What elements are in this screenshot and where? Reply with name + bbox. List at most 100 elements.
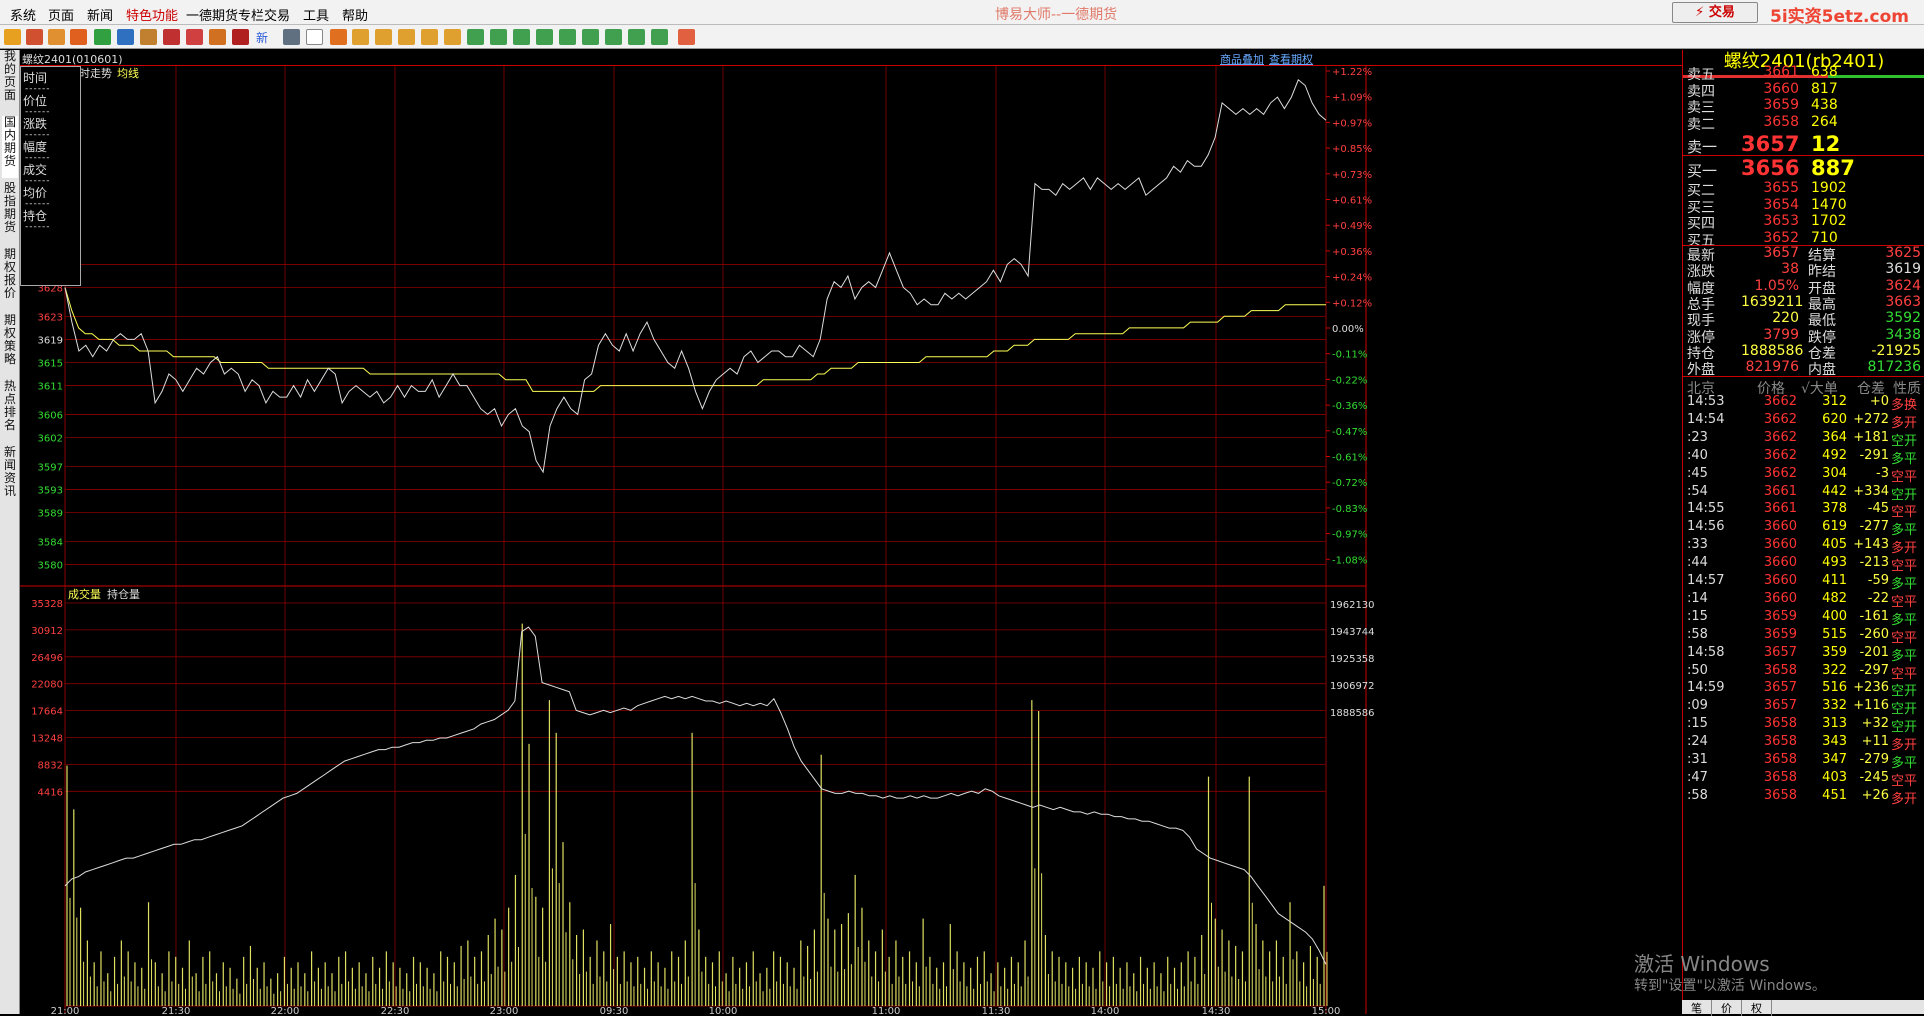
period-15-icon[interactable] bbox=[536, 29, 553, 45]
back-icon[interactable] bbox=[4, 29, 21, 45]
tick-volume: 619 bbox=[1822, 519, 1847, 535]
y-tick-label: 3580 bbox=[38, 560, 63, 571]
tick-price: 3657 bbox=[1763, 644, 1797, 660]
x-tick-label: 14:00 bbox=[1091, 1006, 1120, 1014]
left-tab-news[interactable]: 新闻资讯 bbox=[2, 446, 18, 508]
oi-tick-label: 1962130 bbox=[1330, 600, 1375, 611]
left-tab-hot-ranking[interactable]: 热点排名 bbox=[2, 380, 18, 442]
tick-oi-diff: +272 bbox=[1853, 411, 1889, 427]
tick-oi-diff: -59 bbox=[1867, 573, 1889, 588]
y-tick-label: 3611 bbox=[38, 382, 63, 393]
tick-nature: 多平 bbox=[1891, 612, 1918, 628]
refresh-icon[interactable] bbox=[94, 29, 111, 45]
table-icon[interactable] bbox=[283, 29, 300, 45]
window-icon[interactable] bbox=[163, 29, 180, 45]
folder-icon[interactable] bbox=[48, 29, 65, 45]
tick-volume: 322 bbox=[1822, 662, 1847, 678]
period-5-icon[interactable] bbox=[513, 29, 530, 45]
tick-price: 3658 bbox=[1763, 752, 1797, 767]
x-tick-label: 23:00 bbox=[490, 1006, 519, 1014]
bid-row-price: 3655 bbox=[1763, 180, 1799, 196]
commodity-overlay-link[interactable]: 商品叠加 bbox=[1220, 51, 1264, 67]
period-2h-icon[interactable] bbox=[605, 29, 622, 45]
tick-nature: 空平 bbox=[1891, 559, 1918, 575]
ask-row[interactable]: 卖一 3657 12 bbox=[1683, 132, 1924, 156]
season-icon[interactable] bbox=[421, 29, 438, 45]
left-tab-option-quotes[interactable]: 期权报价 bbox=[2, 248, 18, 310]
x-tick-label: 22:00 bbox=[271, 1006, 300, 1014]
year-icon[interactable] bbox=[444, 29, 461, 45]
volume-tick-label: 13248 bbox=[31, 734, 63, 745]
calc-icon[interactable] bbox=[678, 29, 695, 45]
intraday-chart[interactable]: 21:00 21:30 22:00 22:30 23:00 09:30 10:00 11:00… bbox=[20, 66, 1682, 1014]
menu-system[interactable]: 系统 bbox=[10, 5, 36, 24]
intraday-chart-icon[interactable] bbox=[306, 29, 323, 45]
bid-row[interactable]: 买一 3656 887 bbox=[1683, 156, 1924, 180]
menu-yide-column[interactable]: 一德期货专栏 bbox=[186, 5, 264, 24]
trade-button[interactable]: ⚡ 交易 bbox=[1672, 2, 1758, 23]
tick-oi-diff: -297 bbox=[1859, 662, 1889, 678]
activation-watermark: 激活 Windows bbox=[1634, 952, 1770, 976]
menu-news[interactable]: 新闻 bbox=[87, 5, 113, 24]
period-30-icon[interactable] bbox=[559, 29, 576, 45]
oi-tick-label: 1943744 bbox=[1330, 627, 1375, 638]
tick-nature: 多平 bbox=[1891, 451, 1918, 467]
period-1-icon[interactable] bbox=[467, 29, 484, 45]
tick-oi-diff: -45 bbox=[1867, 501, 1889, 517]
tick-volume: 620 bbox=[1822, 411, 1847, 427]
period-60-icon[interactable] bbox=[582, 29, 599, 45]
search-icon[interactable] bbox=[117, 29, 134, 45]
tick-oi-diff: +116 bbox=[1853, 698, 1889, 714]
news-icon[interactable] bbox=[70, 29, 87, 45]
tick-price: 3661 bbox=[1763, 483, 1797, 499]
pct-tick-label: +0.49% bbox=[1332, 221, 1372, 232]
site-watermark: 5i实资5etz.com bbox=[1770, 7, 1909, 27]
draw-icon[interactable] bbox=[209, 29, 226, 45]
tick-price: 3657 bbox=[1763, 680, 1797, 696]
tick-volume: 442 bbox=[1822, 483, 1847, 499]
ask-row-volume: 12 bbox=[1811, 132, 1841, 156]
x-tick-label: 15:00 bbox=[1312, 1006, 1341, 1014]
tick-nature: 空开 bbox=[1891, 702, 1918, 718]
tick-price: 3660 bbox=[1763, 537, 1797, 553]
view-options-link[interactable]: 查看期权 bbox=[1269, 51, 1313, 67]
week-icon[interactable] bbox=[375, 29, 392, 45]
menu-tools[interactable]: 工具 bbox=[303, 5, 329, 24]
menu-page[interactable]: 页面 bbox=[48, 5, 74, 24]
period-y-icon[interactable] bbox=[651, 29, 668, 45]
tick-oi-diff: +181 bbox=[1853, 429, 1889, 445]
period-4h-icon[interactable] bbox=[628, 29, 645, 45]
new-label[interactable]: 新 bbox=[256, 29, 268, 46]
x-tick-label: 21:30 bbox=[162, 1006, 191, 1014]
tick-oi-diff: +334 bbox=[1853, 483, 1889, 499]
tick-volume: 403 bbox=[1822, 769, 1847, 785]
zoom-icon[interactable] bbox=[140, 29, 157, 45]
tick-price: 3660 bbox=[1763, 519, 1797, 535]
tick-time: :58 bbox=[1687, 626, 1708, 642]
month-icon[interactable] bbox=[398, 29, 415, 45]
tick-row[interactable]: :58 3658 451 +26 多开 bbox=[1683, 788, 1924, 810]
kline-icon[interactable] bbox=[330, 29, 347, 45]
menu-help[interactable]: 帮助 bbox=[342, 5, 368, 24]
stat-value: 3624 bbox=[1885, 277, 1921, 294]
ask-row[interactable]: 卖二 3658 264 bbox=[1683, 114, 1924, 134]
menu-features[interactable]: 特色功能 bbox=[126, 5, 178, 24]
left-tab-my-page[interactable]: 我的页面 bbox=[2, 50, 18, 112]
left-tab-index-futures[interactable]: 股指期货 bbox=[2, 182, 18, 244]
tick-nature: 空平 bbox=[1891, 630, 1918, 646]
tick-oi-diff: -245 bbox=[1859, 769, 1889, 785]
oi-tick-label: 1906972 bbox=[1330, 681, 1375, 692]
tick-oi-diff: +143 bbox=[1853, 537, 1889, 553]
menu-trade[interactable]: 交易 bbox=[264, 5, 290, 24]
tick-oi-diff: -291 bbox=[1859, 447, 1889, 463]
tick-time: :45 bbox=[1687, 465, 1708, 481]
day-icon[interactable] bbox=[352, 29, 369, 45]
left-tab-domestic-futures[interactable]: 国内期货 bbox=[2, 116, 18, 178]
period-3-icon[interactable] bbox=[490, 29, 507, 45]
home-icon[interactable] bbox=[26, 29, 43, 45]
filter-icon[interactable] bbox=[232, 29, 249, 45]
pencil-icon[interactable] bbox=[186, 29, 203, 45]
volume-tick-label: 30912 bbox=[31, 626, 63, 637]
left-tab-option-strategy[interactable]: 期权策略 bbox=[2, 314, 18, 376]
tick-oi-diff: -279 bbox=[1859, 752, 1889, 767]
